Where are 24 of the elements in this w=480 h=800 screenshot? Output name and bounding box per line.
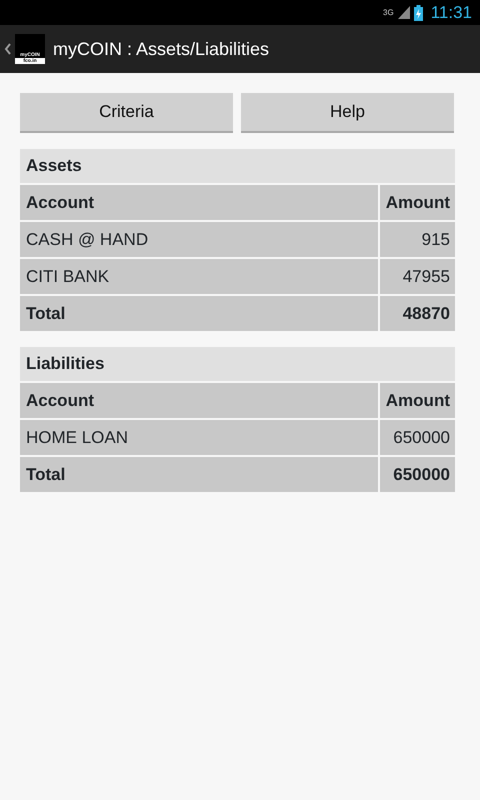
section-header: Assets (20, 149, 455, 183)
network-label: 3G (383, 8, 394, 16)
table-cell: CASH @ HAND (20, 222, 378, 257)
column-header: Amount (380, 383, 455, 418)
total-label: Total (20, 457, 378, 492)
table-cell: 650000 (380, 420, 455, 455)
table-cell: 915 (380, 222, 455, 257)
action-button[interactable]: Criteria (20, 93, 233, 133)
column-header: Amount (380, 185, 455, 220)
section-header: Liabilities (20, 347, 455, 381)
clock: 11:31 (430, 2, 472, 24)
signal-icon (398, 6, 410, 19)
total-value: 650000 (380, 457, 455, 492)
table-cell: HOME LOAN (20, 420, 378, 455)
table-cell: 47955 (380, 259, 455, 294)
action-button[interactable]: Help (241, 93, 454, 133)
total-value: 48870 (380, 296, 455, 331)
total-label: Total (20, 296, 378, 331)
screen-title: myCOIN : Assets/Liabilities (53, 38, 270, 61)
back-caret-icon (4, 43, 11, 55)
table-cell: CITI BANK (20, 259, 378, 294)
column-header: Account (20, 185, 378, 220)
column-header: Account (20, 383, 378, 418)
battery-icon (414, 4, 423, 20)
